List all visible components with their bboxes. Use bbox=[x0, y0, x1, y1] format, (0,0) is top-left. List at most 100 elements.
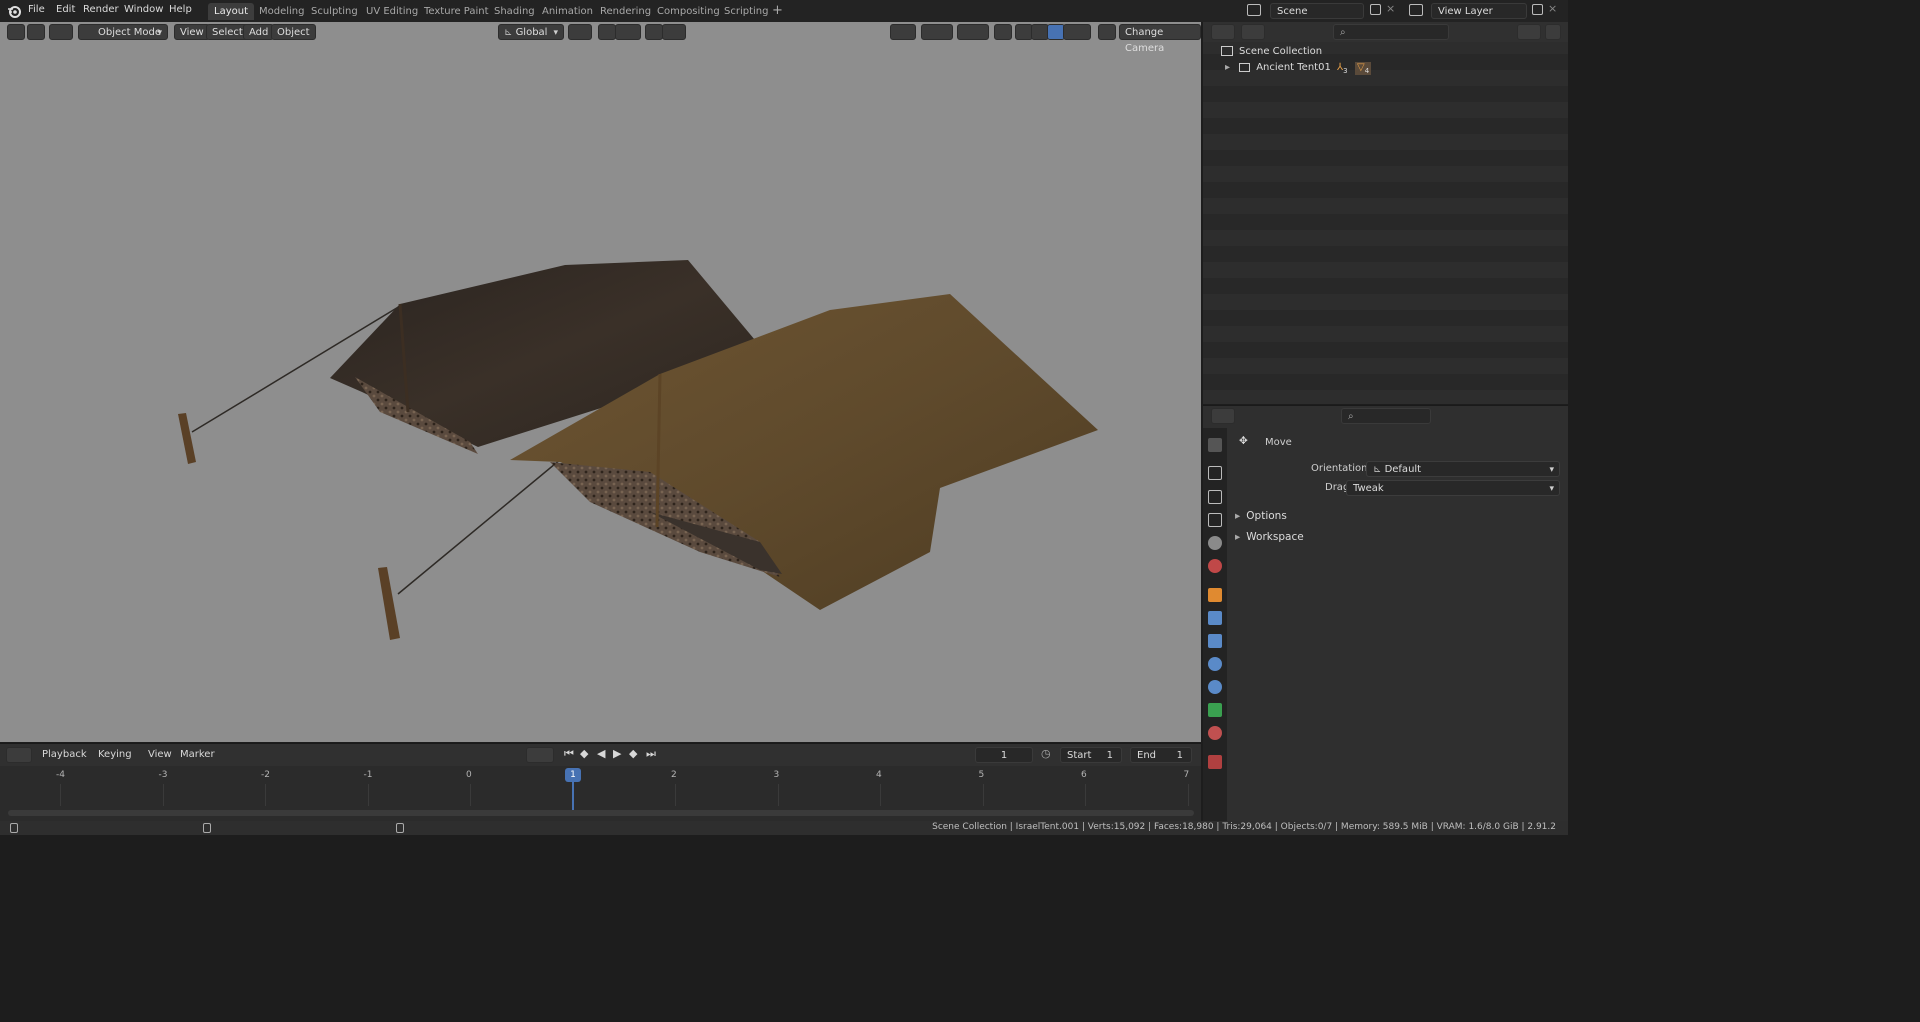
view-layer-tab-icon[interactable] bbox=[1208, 513, 1222, 527]
scene-selector-icon[interactable] bbox=[1247, 4, 1261, 16]
properties-editor-type-icon[interactable] bbox=[1211, 408, 1235, 424]
keying-menu[interactable]: Keying bbox=[98, 749, 132, 760]
world-tab-icon[interactable] bbox=[1208, 559, 1222, 573]
viewport-header: Object Mode ▾ View Select Add Object ⊾ Gl… bbox=[0, 22, 1201, 54]
camera-icon[interactable] bbox=[1098, 24, 1116, 40]
overlays-icon[interactable] bbox=[957, 24, 989, 40]
visibility-icon[interactable] bbox=[890, 24, 916, 40]
outliner-editor-type-icon[interactable] bbox=[1211, 24, 1235, 40]
texture-tab-icon[interactable] bbox=[1208, 755, 1222, 769]
filter-icon[interactable] bbox=[1517, 24, 1541, 40]
orientation-dropdown[interactable]: ⊾ Default ▾ bbox=[1366, 461, 1560, 477]
timeline-editor-type-icon[interactable] bbox=[6, 747, 32, 763]
view-layer-field[interactable]: View Layer bbox=[1431, 3, 1527, 19]
viewport-add-menu[interactable]: Add bbox=[243, 24, 275, 40]
play-reverse-icon[interactable]: ◀ bbox=[597, 747, 605, 760]
viewport-view-menu[interactable]: View bbox=[174, 24, 210, 40]
snap-target-icon[interactable] bbox=[615, 24, 641, 40]
stopwatch-icon[interactable]: ◷ bbox=[1041, 747, 1051, 760]
delete-scene-icon[interactable]: × bbox=[1386, 2, 1395, 15]
new-view-layer-icon[interactable] bbox=[1532, 4, 1543, 15]
play-icon[interactable]: ▶ bbox=[613, 747, 621, 760]
output-tab-icon[interactable] bbox=[1208, 490, 1222, 504]
properties-search-input[interactable]: ⌕ bbox=[1341, 408, 1431, 424]
gizmo-icon[interactable] bbox=[921, 24, 953, 40]
falloff-icon[interactable] bbox=[662, 24, 686, 40]
item-label: Ancient Tent01 bbox=[1256, 62, 1331, 73]
new-collection-icon[interactable] bbox=[1545, 24, 1561, 40]
render-tab-icon[interactable] bbox=[1208, 466, 1222, 480]
outliner-item-ancient-tent[interactable]: ▸ Ancient Tent01 ⅄3 ▽4 bbox=[1225, 62, 1372, 75]
data-tab-icon[interactable] bbox=[1208, 703, 1222, 717]
tab-shading[interactable]: Shading bbox=[488, 3, 541, 20]
object-tab-icon[interactable] bbox=[1208, 588, 1222, 602]
menu-render[interactable]: Render bbox=[83, 4, 119, 15]
tool-tab-icon[interactable] bbox=[1208, 438, 1222, 452]
auto-keying-icon[interactable] bbox=[526, 747, 554, 763]
constraints-tab-icon[interactable] bbox=[1208, 680, 1222, 694]
tab-scripting[interactable]: Scripting bbox=[718, 3, 774, 20]
drag-dropdown[interactable]: Tweak ▾ bbox=[1346, 480, 1560, 496]
jump-start-icon[interactable]: ⏮ bbox=[564, 747, 574, 761]
view-layer-selector-icon[interactable] bbox=[1409, 4, 1423, 16]
expand-arrow-icon[interactable]: ▸ bbox=[1225, 62, 1230, 73]
tool-settings-icon[interactable] bbox=[27, 24, 45, 40]
rendered-shading-icon[interactable] bbox=[1063, 24, 1091, 40]
scene-statistics: Scene Collection | IsraelTent.001 | Vert… bbox=[932, 822, 1556, 832]
viewport-object-menu[interactable]: Object bbox=[271, 24, 316, 40]
particles-tab-icon[interactable] bbox=[1208, 634, 1222, 648]
menu-file[interactable]: File bbox=[28, 4, 45, 15]
pivot-point-icon[interactable] bbox=[568, 24, 592, 40]
tab-modeling[interactable]: Modeling bbox=[253, 3, 311, 20]
start-frame-field[interactable]: Start 1 bbox=[1060, 747, 1122, 763]
change-camera-button[interactable]: Change Camera bbox=[1119, 24, 1201, 54]
timeline-editor[interactable]: Playback Keying View Marker ⏮ ◆ ◀ ▶ ◆ ⏭ … bbox=[0, 743, 1201, 821]
tab-compositing[interactable]: Compositing bbox=[651, 3, 726, 20]
modifier-tab-icon[interactable] bbox=[1208, 611, 1222, 625]
select-mode-icon[interactable] bbox=[49, 24, 73, 40]
physics-tab-icon[interactable] bbox=[1208, 657, 1222, 671]
tab-uv-editing[interactable]: UV Editing bbox=[360, 3, 424, 20]
menu-window[interactable]: Window bbox=[124, 4, 163, 15]
options-panel-header[interactable]: ▸ Options bbox=[1235, 510, 1287, 522]
ruler-gridline bbox=[982, 784, 984, 806]
playback-menu[interactable]: Playback bbox=[42, 749, 87, 760]
xray-icon[interactable] bbox=[994, 24, 1012, 40]
tab-animation[interactable]: Animation bbox=[536, 3, 599, 20]
jump-end-icon[interactable]: ⏭ bbox=[646, 747, 656, 761]
playhead[interactable]: 1 bbox=[565, 768, 581, 782]
timeline-scrollbar[interactable] bbox=[8, 810, 1194, 816]
transform-orientation-dropdown[interactable]: ⊾ Global ▾ bbox=[498, 24, 564, 40]
tab-layout[interactable]: Layout bbox=[208, 3, 254, 20]
proportional-editing-icon[interactable] bbox=[645, 24, 663, 40]
add-workspace-icon[interactable]: + bbox=[772, 3, 783, 18]
end-frame-field[interactable]: End 1 bbox=[1130, 747, 1192, 763]
timeline-view-menu[interactable]: View bbox=[148, 749, 172, 760]
scene-tab-icon[interactable] bbox=[1208, 536, 1222, 550]
tab-texture-paint[interactable]: Texture Paint bbox=[418, 3, 495, 20]
tab-sculpting[interactable]: Sculpting bbox=[305, 3, 364, 20]
menu-help[interactable]: Help bbox=[169, 4, 192, 15]
workspace-panel-header[interactable]: ▸ Workspace bbox=[1235, 531, 1304, 543]
prev-keyframe-icon[interactable]: ◆ bbox=[580, 747, 588, 760]
blender-logo-icon[interactable] bbox=[7, 4, 21, 18]
menu-edit[interactable]: Edit bbox=[56, 4, 75, 15]
new-scene-icon[interactable] bbox=[1370, 4, 1381, 15]
scene-name-field[interactable]: Scene bbox=[1270, 3, 1364, 19]
snap-toggle-icon[interactable] bbox=[598, 24, 616, 40]
scene-collection-row[interactable]: Scene Collection bbox=[1221, 46, 1322, 57]
editor-type-icon[interactable] bbox=[7, 24, 25, 40]
expand-arrow-icon: ▸ bbox=[1235, 531, 1241, 543]
3d-viewport[interactable]: Object Mode ▾ View Select Add Object ⊾ Gl… bbox=[0, 22, 1201, 742]
outliner[interactable]: ⌕ Scene Collection ▸ Ancient Tent01 ⅄3 ▽… bbox=[1203, 22, 1568, 404]
delete-view-layer-icon[interactable]: × bbox=[1548, 2, 1557, 15]
current-frame-field[interactable]: 1 bbox=[975, 747, 1033, 763]
marker-menu[interactable]: Marker bbox=[180, 749, 215, 760]
display-mode-icon[interactable] bbox=[1241, 24, 1265, 40]
outliner-search-input[interactable]: ⌕ bbox=[1333, 24, 1449, 40]
tab-rendering[interactable]: Rendering bbox=[594, 3, 657, 20]
next-keyframe-icon[interactable]: ◆ bbox=[629, 747, 637, 760]
material-tab-icon[interactable] bbox=[1208, 726, 1222, 740]
object-mode-dropdown[interactable]: Object Mode ▾ bbox=[78, 24, 168, 40]
properties-editor[interactable]: ⌕ ✥ Move Orientation ⊾ Default ▾ Drag: Tw… bbox=[1203, 405, 1568, 822]
